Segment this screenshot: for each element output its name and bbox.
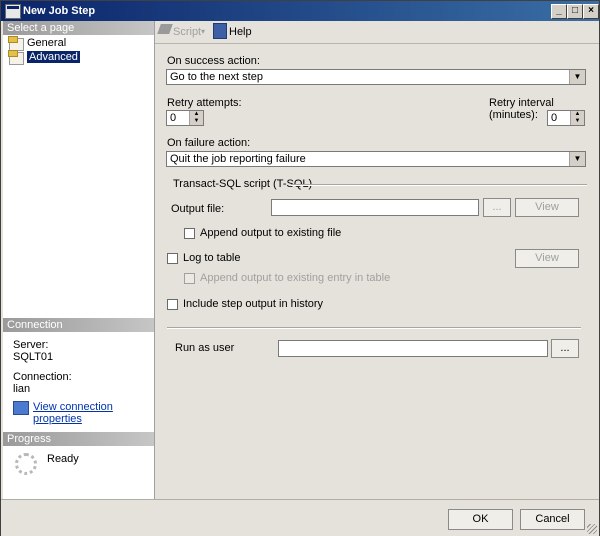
on-success-label: On success action:	[167, 55, 260, 67]
append-table-label: Append output to existing entry in table	[200, 272, 391, 284]
progress-spinner-icon	[15, 453, 37, 475]
server-value: SQLT01	[13, 351, 54, 363]
minimize-button[interactable]: _	[551, 4, 567, 19]
append-output-label: Append output to existing file	[200, 227, 342, 239]
connection-value: lian	[13, 383, 31, 395]
help-button[interactable]: Help	[229, 25, 252, 39]
run-as-user-input[interactable]	[278, 340, 548, 357]
on-success-value: Go to the next step	[170, 71, 263, 83]
output-file-input[interactable]	[271, 199, 479, 216]
new-job-step-window: New Job Step _ □ × Select a page General…	[0, 0, 600, 536]
view-table-button[interactable]: View	[515, 249, 579, 268]
server-label: Server:	[13, 339, 49, 351]
view-output-file-button[interactable]: View	[515, 198, 579, 217]
sidebar-item-general[interactable]: General	[8, 36, 67, 51]
output-file-label: Output file:	[171, 203, 225, 215]
section-divider	[167, 327, 581, 329]
run-as-user-browse-button[interactable]: ...	[551, 339, 579, 358]
maximize-button[interactable]: □	[567, 4, 583, 19]
connection-label: Connection:	[13, 371, 72, 383]
log-to-table-label: Log to table	[183, 252, 241, 264]
help-icon	[213, 23, 227, 39]
run-as-user-label: Run as user	[175, 342, 235, 354]
log-to-table-checkbox[interactable]	[167, 253, 178, 264]
chevron-down-icon[interactable]: ▼	[569, 152, 585, 166]
connection-header: Connection	[3, 318, 154, 332]
window-app-icon	[5, 4, 21, 19]
retry-attempts-stepper[interactable]: 0 ▲ ▼	[166, 110, 204, 126]
include-history-label: Include step output in history	[183, 298, 324, 310]
spin-arrows-icon[interactable]: ▲ ▼	[570, 111, 584, 125]
sidebar-item-label: General	[27, 37, 67, 49]
view-connection-properties-link[interactable]: View connection properties	[33, 401, 154, 425]
on-failure-label: On failure action:	[167, 137, 251, 149]
on-success-select[interactable]: Go to the next step ▼	[166, 69, 586, 85]
output-file-browse-button[interactable]: ...	[483, 198, 511, 217]
retry-interval-stepper[interactable]: 0 ▲ ▼	[547, 110, 585, 126]
select-page-header: Select a page	[3, 21, 154, 35]
retry-interval-value: 0	[551, 112, 558, 124]
page-icon	[8, 50, 24, 65]
on-failure-select[interactable]: Quit the job reporting failure ▼	[166, 151, 586, 167]
window-title: New Job Step	[23, 5, 96, 17]
connection-properties-icon	[13, 401, 29, 415]
toolbar: Script ▾ Help	[155, 21, 599, 44]
ok-button[interactable]: OK	[448, 509, 513, 530]
section-divider	[291, 184, 587, 186]
sidebar: Select a page General Advanced Connectio…	[3, 21, 155, 499]
retry-attempts-value: 0	[170, 112, 177, 124]
title-bar[interactable]: New Job Step _ □ ×	[1, 1, 599, 21]
dialog-footer: OK Cancel	[1, 499, 599, 536]
progress-status: Ready	[47, 453, 79, 465]
progress-header: Progress	[3, 432, 154, 446]
chevron-down-icon[interactable]: ▼	[569, 70, 585, 84]
append-table-checkbox[interactable]	[184, 273, 195, 284]
cancel-button[interactable]: Cancel	[520, 509, 585, 530]
spin-arrows-icon[interactable]: ▲ ▼	[189, 111, 203, 125]
on-failure-value: Quit the job reporting failure	[170, 153, 306, 165]
include-history-checkbox[interactable]	[167, 299, 178, 310]
close-button[interactable]: ×	[583, 4, 599, 19]
script-dropdown-arrow-icon[interactable]: ▾	[201, 25, 205, 39]
sidebar-item-label: Advanced	[27, 51, 80, 63]
resize-grip-icon[interactable]	[587, 524, 597, 534]
script-icon	[157, 24, 173, 34]
sidebar-item-advanced[interactable]: Advanced	[8, 50, 80, 65]
retry-attempts-label: Retry attempts:	[167, 97, 242, 109]
script-button[interactable]: Script	[173, 25, 201, 39]
append-output-checkbox[interactable]	[184, 228, 195, 239]
